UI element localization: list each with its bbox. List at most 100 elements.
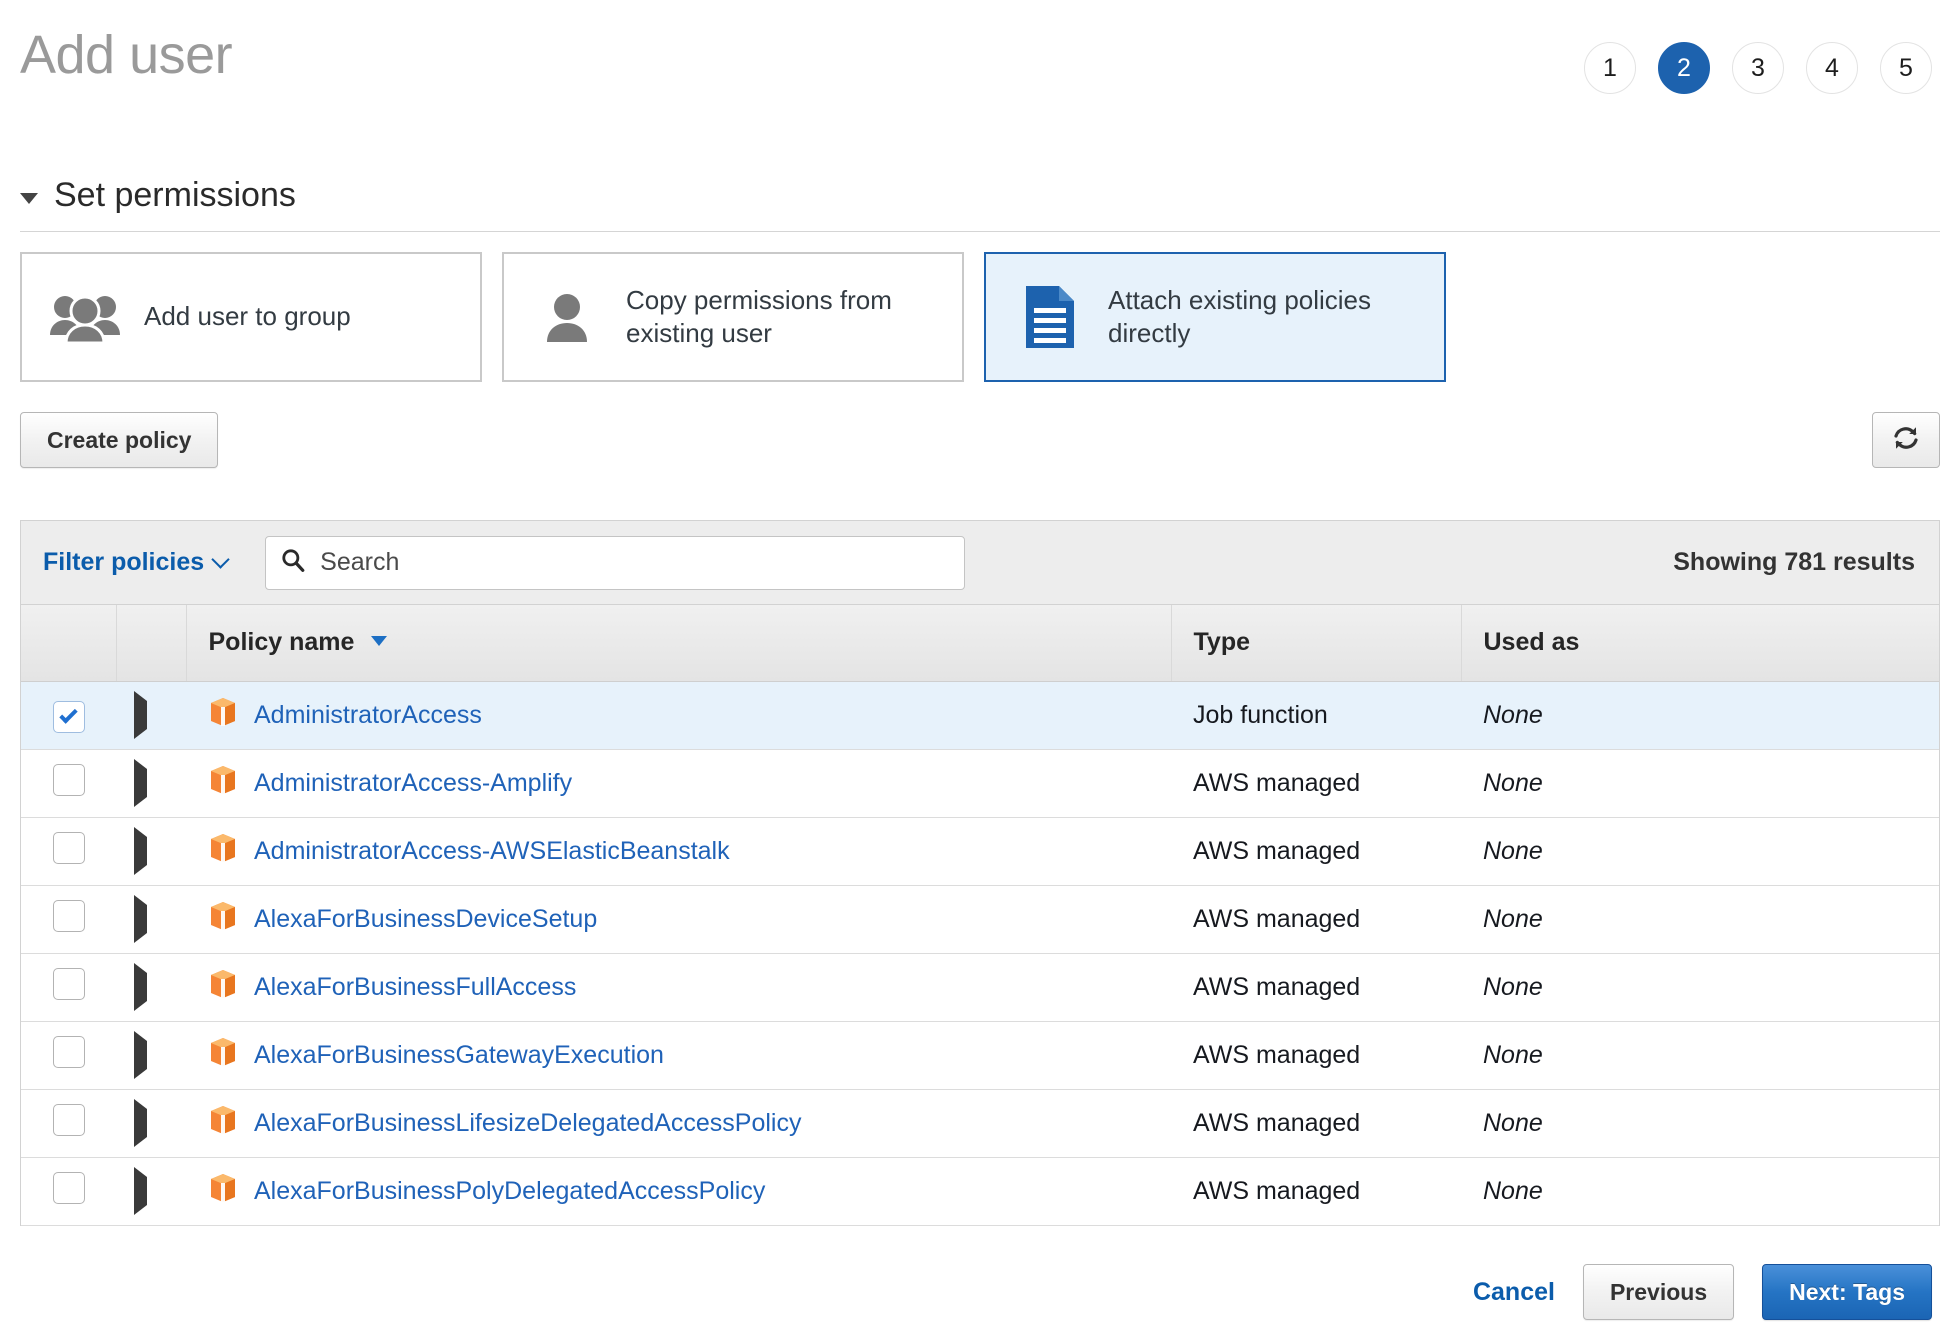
expand-row-icon[interactable] — [134, 690, 147, 739]
wizard-step-5[interactable]: 5 — [1880, 42, 1932, 94]
policy-used-as-cell: None — [1461, 681, 1939, 750]
row-select-cell — [21, 681, 116, 750]
column-header-select — [21, 605, 117, 682]
table-row[interactable]: AlexaForBusinessPolyDelegatedAccessPolic… — [21, 1157, 1939, 1226]
wizard-step-1[interactable]: 1 — [1584, 42, 1636, 94]
row-select-cell — [21, 1157, 116, 1226]
row-checkbox[interactable] — [52, 831, 85, 864]
policy-name-link[interactable]: AlexaForBusinessGatewayExecution — [254, 1041, 664, 1070]
policy-type-cell: AWS managed — [1171, 1089, 1461, 1158]
row-expand-cell — [116, 953, 186, 1022]
previous-button[interactable]: Previous — [1582, 1264, 1735, 1320]
policies-panel: Filter policies Showing 781 results — [20, 520, 1940, 1226]
table-row[interactable]: AlexaForBusinessFullAccess AWS managed N… — [21, 953, 1939, 1022]
option-add-user-to-group[interactable]: Add user to group — [20, 252, 482, 382]
permission-option-cards: Add user to group Copy permissions from … — [20, 252, 1446, 382]
policy-type-cell: Job function — [1171, 681, 1461, 750]
wizard-step-4[interactable]: 4 — [1806, 42, 1858, 94]
policies-table-body: AdministratorAccess Job function None Ad… — [21, 681, 1939, 1226]
policy-type-cell: AWS managed — [1171, 1021, 1461, 1090]
document-policy-icon — [1012, 284, 1086, 350]
policy-name-link[interactable]: AdministratorAccess — [254, 701, 482, 730]
policy-used-as-cell: None — [1461, 1021, 1939, 1090]
policy-name-cell: AlexaForBusinessDeviceSetup — [186, 885, 1171, 954]
row-checkbox[interactable] — [52, 763, 85, 796]
filter-policies-dropdown[interactable]: Filter policies — [43, 548, 230, 577]
table-row[interactable]: AdministratorAccess Job function None — [21, 681, 1939, 750]
wizard-footer: Cancel Previous Next: Tags — [0, 1246, 1960, 1338]
row-checkbox[interactable] — [52, 899, 85, 932]
row-checkbox[interactable] — [52, 1171, 85, 1204]
row-checkbox[interactable] — [52, 701, 85, 733]
policy-used-as-cell: None — [1461, 1089, 1939, 1158]
table-row[interactable]: AlexaForBusinessLifesizeDelegatedAccessP… — [21, 1089, 1939, 1158]
policy-name-link[interactable]: AlexaForBusinessDeviceSetup — [254, 905, 597, 934]
policy-cube-icon — [208, 1036, 238, 1075]
policy-name-cell: AdministratorAccess-AWSElasticBeanstalk — [186, 817, 1171, 886]
policy-name-cell: AdministratorAccess — [186, 681, 1171, 750]
section-collapse-caret-icon[interactable] — [20, 193, 38, 204]
row-select-cell — [21, 953, 116, 1022]
wizard-step-indicator: 1 2 3 4 5 — [1584, 42, 1932, 94]
row-checkbox[interactable] — [52, 1103, 85, 1136]
expand-row-icon[interactable] — [134, 894, 147, 943]
sort-descending-icon — [371, 636, 388, 647]
policy-name-cell: AlexaForBusinessLifesizeDelegatedAccessP… — [186, 1089, 1171, 1158]
expand-row-icon[interactable] — [134, 826, 147, 875]
expand-row-icon[interactable] — [134, 1030, 147, 1079]
column-header-policy-name[interactable]: Policy name — [186, 605, 1172, 682]
option-label: Copy permissions from existing user — [626, 284, 892, 348]
policy-name-link[interactable]: AlexaForBusinessLifesizeDelegatedAccessP… — [254, 1109, 802, 1138]
page-title: Add user — [20, 25, 233, 85]
single-user-icon — [530, 290, 604, 344]
policy-name-link[interactable]: AlexaForBusinessFullAccess — [254, 973, 576, 1002]
column-header-used-as[interactable]: Used as — [1461, 605, 1939, 682]
expand-row-icon[interactable] — [134, 1166, 147, 1215]
policy-name-cell: AlexaForBusinessGatewayExecution — [186, 1021, 1171, 1090]
search-box[interactable] — [265, 535, 966, 590]
row-expand-cell — [116, 885, 186, 954]
policy-cube-icon — [208, 1172, 238, 1211]
table-row[interactable]: AdministratorAccess-AWSElasticBeanstalk … — [21, 817, 1939, 886]
row-select-cell — [21, 1021, 116, 1090]
table-row[interactable]: AdministratorAccess-Amplify AWS managed … — [21, 749, 1939, 818]
row-expand-cell — [116, 1089, 186, 1158]
table-row[interactable]: AlexaForBusinessDeviceSetup AWS managed … — [21, 885, 1939, 954]
policy-type-cell: AWS managed — [1171, 953, 1461, 1022]
policy-type-cell: AWS managed — [1171, 749, 1461, 818]
wizard-step-3[interactable]: 3 — [1732, 42, 1784, 94]
row-expand-cell — [116, 1021, 186, 1090]
refresh-button[interactable] — [1872, 412, 1940, 468]
column-header-type[interactable]: Type — [1171, 605, 1462, 682]
wizard-step-2[interactable]: 2 — [1658, 42, 1710, 94]
option-copy-permissions-from-existing-user[interactable]: Copy permissions from existing user — [502, 252, 964, 382]
cancel-button[interactable]: Cancel — [1473, 1278, 1555, 1307]
policy-name-cell: AdministratorAccess-Amplify — [186, 749, 1171, 818]
policy-name-cell: AlexaForBusinessFullAccess — [186, 953, 1171, 1022]
create-policy-button[interactable]: Create policy — [20, 412, 219, 468]
policy-cube-icon — [208, 696, 238, 735]
policy-name-link[interactable]: AdministratorAccess-AWSElasticBeanstalk — [254, 837, 730, 866]
option-attach-existing-policies-directly[interactable]: Attach existing policies directly — [984, 252, 1446, 382]
row-checkbox[interactable] — [52, 1035, 85, 1068]
set-permissions-section: Set permissions — [20, 176, 1940, 232]
row-select-cell — [21, 749, 116, 818]
add-user-wizard-page: Add user 1 2 3 4 5 Set permissions Add u… — [0, 0, 1960, 1338]
row-expand-cell — [116, 749, 186, 818]
policy-toolbar: Create policy — [20, 412, 1940, 472]
group-users-icon — [48, 290, 122, 344]
expand-row-icon[interactable] — [134, 1098, 147, 1147]
search-input[interactable] — [318, 547, 951, 578]
policy-name-link[interactable]: AdministratorAccess-Amplify — [254, 769, 572, 798]
row-expand-cell — [116, 817, 186, 886]
policy-used-as-cell: None — [1461, 817, 1939, 886]
row-checkbox[interactable] — [52, 967, 85, 1000]
row-select-cell — [21, 817, 116, 886]
policy-name-cell: AlexaForBusinessPolyDelegatedAccessPolic… — [186, 1157, 1171, 1226]
expand-row-icon[interactable] — [134, 758, 147, 807]
policy-name-link[interactable]: AlexaForBusinessPolyDelegatedAccessPolic… — [254, 1177, 765, 1206]
next-tags-button[interactable]: Next: Tags — [1762, 1264, 1932, 1320]
table-row[interactable]: AlexaForBusinessGatewayExecution AWS man… — [21, 1021, 1939, 1090]
expand-row-icon[interactable] — [134, 962, 147, 1011]
refresh-icon — [1890, 422, 1922, 459]
